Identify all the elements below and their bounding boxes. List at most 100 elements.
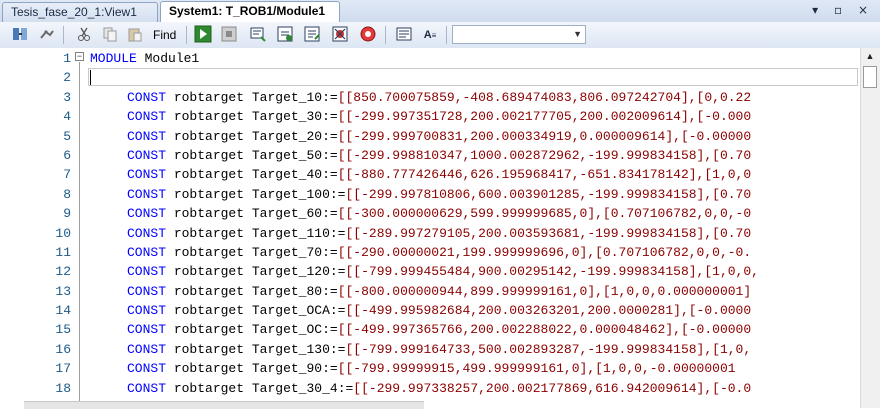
const-keyword: CONST (127, 89, 167, 105)
code-line: 17 CONST robtarget Target_90:=[[-799.9999… (0, 359, 860, 378)
document-tab-strip: Tesis_fase_20_1:View1 System1: T_ROB1/Mo… (0, 0, 880, 23)
target-name: Target_110 (251, 225, 330, 241)
target-name: Target_50 (251, 147, 323, 163)
code-line: 8 CONST robtarget Target_100:=[[-299.9978… (0, 185, 860, 204)
target-value: [[-299.997810806,600.003901285,-199.9998… (345, 186, 752, 202)
type-keyword: robtarget (173, 283, 245, 299)
target-value: [[-299.997351728,200.002177705,200.00200… (337, 109, 752, 125)
robtarget-declaration: CONST robtarget Target_30:=[[-299.997351… (127, 107, 751, 126)
target-value: [[-299.999700831,200.000334919,0.0000096… (337, 128, 752, 144)
step-out-icon[interactable] (302, 25, 322, 45)
record-icon[interactable] (358, 25, 378, 45)
line-number: 10 (55, 225, 71, 241)
line-number: 5 (63, 128, 71, 144)
target-value: [[-800.000000944,899.999999161,0],[1,0,0… (337, 283, 752, 299)
robtarget-declaration: CONST robtarget Target_OCA:=[[-499.99598… (127, 301, 751, 320)
vertical-scrollbar[interactable]: ▲ (860, 48, 880, 408)
step-icon[interactable] (248, 25, 268, 45)
const-keyword: CONST (127, 303, 167, 319)
const-keyword: CONST (127, 147, 167, 163)
assign-operator: := (329, 225, 346, 241)
assign-operator: := (322, 167, 338, 183)
scroll-up-icon[interactable]: ▲ (864, 50, 876, 62)
window-controls[interactable]: ▾ ▫ × (812, 3, 874, 17)
list-icon[interactable] (394, 25, 414, 45)
type-keyword: robtarget (173, 244, 245, 260)
target-value: [[-880.777426446,626.195968417,-651.8341… (337, 167, 752, 183)
target-value: [[-300.000000629,599.999999685,0],[0.707… (337, 206, 752, 222)
type-keyword: robtarget (173, 303, 245, 319)
robtarget-declaration: CONST robtarget Target_100:=[[-299.99781… (127, 185, 751, 204)
target-value: [[-289.997279105,200.003593681,-199.9998… (345, 225, 752, 241)
const-keyword: CONST (127, 283, 167, 299)
line-number: 4 (63, 109, 71, 125)
find-button[interactable]: Find (153, 25, 176, 45)
target-name: Target_90 (251, 361, 323, 377)
const-keyword: CONST (127, 341, 167, 357)
play-icon[interactable] (193, 25, 213, 45)
robot-icon[interactable] (37, 25, 57, 45)
code-editor[interactable]: − 1 MODULE Module1 2 3 CONST robtarget Ta… (0, 48, 880, 408)
code-line: 18 CONST robtarget Target_30_4:=[[-299.99… (0, 379, 860, 398)
line-number: 16 (55, 341, 71, 357)
step-over-icon[interactable] (275, 25, 295, 45)
robtarget-declaration: CONST robtarget Target_90:=[[-799.999999… (127, 359, 736, 378)
tab-module1[interactable]: System1: T_ROB1/Module1 (160, 1, 340, 23)
target-name: Target_60 (251, 206, 323, 222)
toolbar-combo[interactable]: ▼ (452, 25, 586, 44)
const-keyword: CONST (127, 206, 167, 222)
breakpoint-icon[interactable] (330, 25, 350, 45)
const-keyword: CONST (127, 244, 167, 260)
code-lines: 1 MODULE Module1 2 3 CONST robtarget Targ… (0, 49, 860, 398)
line-number: 13 (55, 283, 71, 299)
current-line-highlight (88, 68, 858, 87)
type-keyword: robtarget (173, 89, 245, 105)
code-line: 9 CONST robtarget Target_60:=[[-300.00000… (0, 204, 860, 223)
type-keyword: robtarget (173, 322, 245, 338)
const-keyword: CONST (127, 167, 167, 183)
code-line: 7 CONST robtarget Target_40:=[[-880.77742… (0, 165, 860, 184)
assign-operator: := (329, 303, 346, 319)
type-keyword: robtarget (173, 147, 245, 163)
assign-operator: := (322, 361, 338, 377)
target-name: Target_120 (251, 264, 330, 280)
target-value: [[-499.995982684,200.003263201,200.00002… (345, 303, 752, 319)
type-keyword: robtarget (173, 167, 245, 183)
chevron-down-icon[interactable]: ▼ (573, 29, 582, 39)
line-number: 3 (63, 89, 71, 105)
target-name: Target_130 (251, 341, 330, 357)
type-keyword: robtarget (173, 206, 245, 222)
type-keyword: robtarget (173, 128, 245, 144)
code-line: 14 CONST robtarget Target_OCA:=[[-499.995… (0, 301, 860, 320)
type-keyword: robtarget (173, 361, 245, 377)
robtarget-declaration: CONST robtarget Target_70:=[[-290.000000… (127, 243, 751, 262)
robtarget-declaration: CONST robtarget Target_120:=[[-799.99945… (127, 262, 759, 281)
paste-icon[interactable] (125, 25, 145, 45)
font-icon[interactable]: A≡ (420, 25, 440, 45)
scrollbar-thumb[interactable] (863, 66, 877, 88)
module-declaration: MODULE Module1 (90, 51, 200, 66)
line-number: 7 (63, 167, 71, 183)
stop-icon[interactable] (219, 25, 239, 45)
line-number: 14 (55, 303, 71, 319)
target-value: [[-499.997365766,200.002288022,0.0000484… (337, 322, 752, 338)
copy-icon[interactable] (100, 25, 120, 45)
load-module-icon[interactable] (10, 25, 30, 45)
assign-operator: := (329, 341, 346, 357)
target-name: Target_30_4 (251, 380, 338, 396)
assign-operator: := (329, 186, 346, 202)
assign-operator: := (322, 206, 338, 222)
line-number: 12 (55, 264, 71, 280)
assign-operator: := (322, 147, 338, 163)
code-line: 5 CONST robtarget Target_20:=[[-299.99970… (0, 127, 860, 146)
code-line: 10 CONST robtarget Target_110:=[[-289.997… (0, 224, 860, 243)
target-name: Target_100 (251, 186, 330, 202)
assign-operator: := (329, 264, 346, 280)
code-line: 4 CONST robtarget Target_30:=[[-299.99735… (0, 107, 860, 126)
robtarget-declaration: CONST robtarget Target_30_4:=[[-299.9973… (127, 379, 751, 398)
target-value: [[-290.00000021,199.999999696,0],[0.7071… (337, 244, 752, 260)
robtarget-declaration: CONST robtarget Target_40:=[[-880.777426… (127, 165, 751, 184)
tab-view1[interactable]: Tesis_fase_20_1:View1 (2, 2, 158, 22)
target-name: Target_30 (251, 109, 323, 125)
cut-icon[interactable] (74, 25, 94, 45)
